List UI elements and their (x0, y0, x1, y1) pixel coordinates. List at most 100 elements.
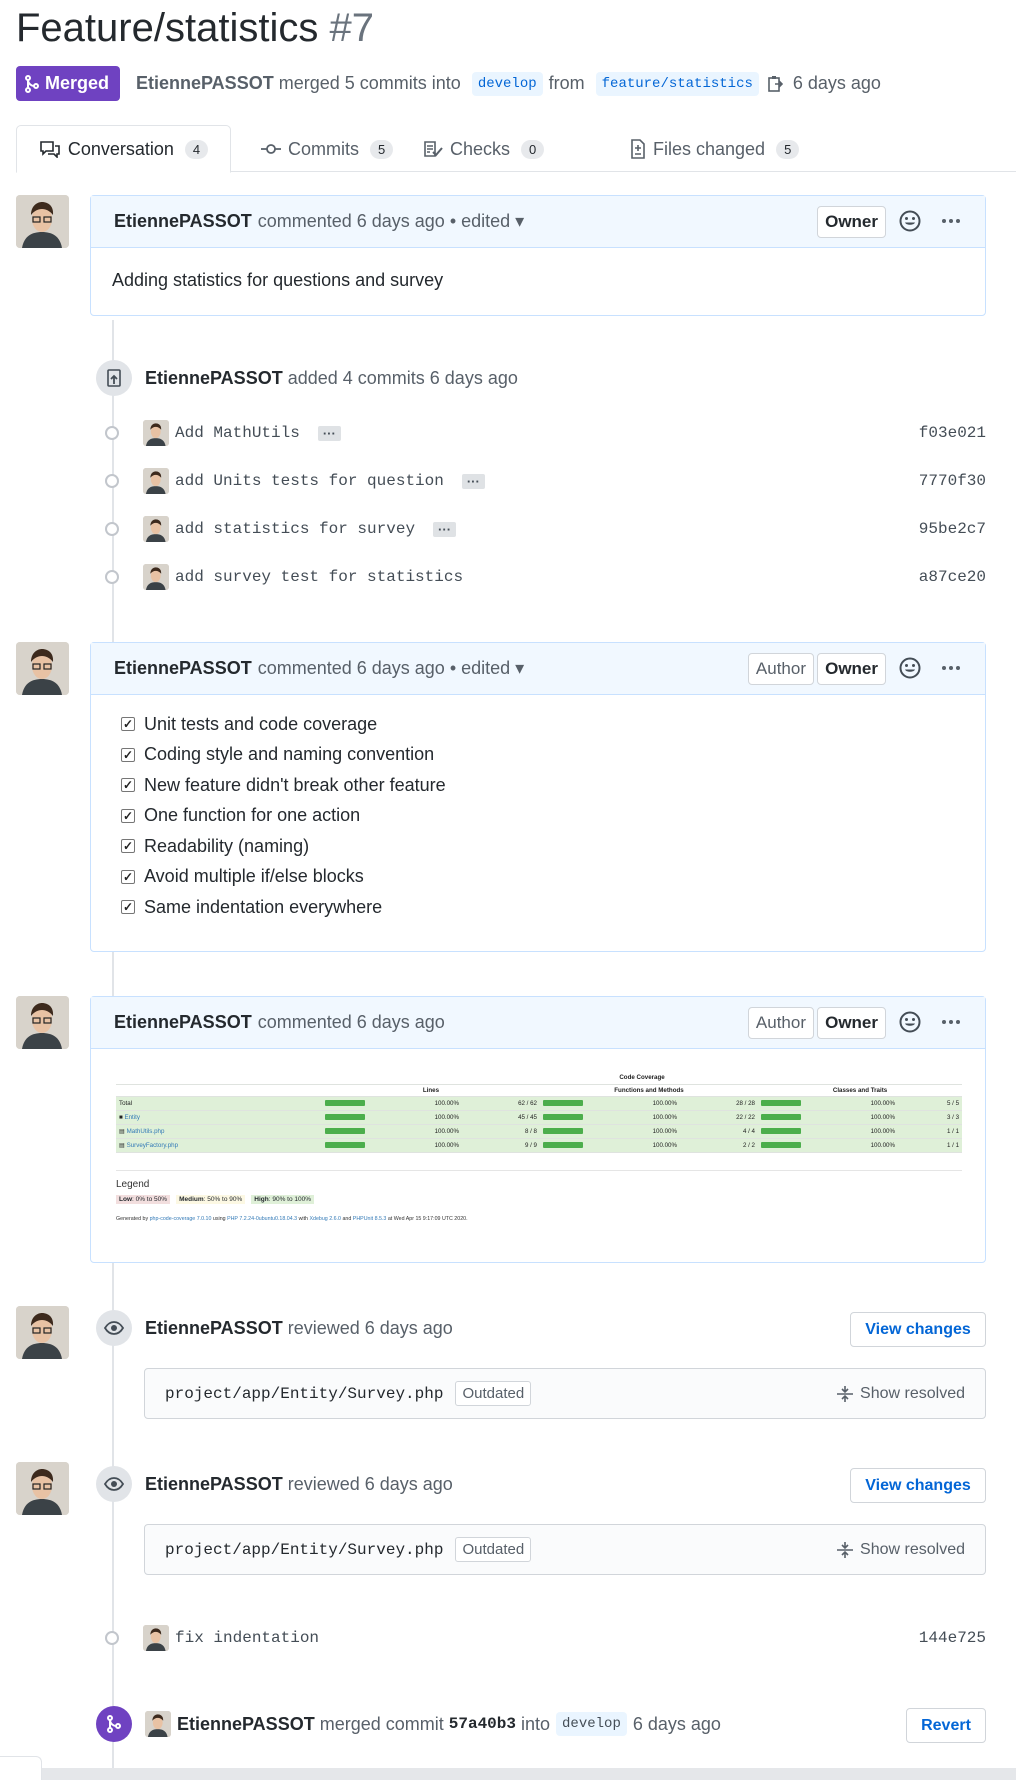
commit-row: fix indentation 144e725 (100, 1622, 986, 1654)
task-list: ✓ Unit tests and code coverage ✓ Coding st… (91, 695, 985, 923)
task-label: New feature didn't break other feature (144, 774, 446, 795)
comment-author[interactable]: EtiennePASSOT (114, 1012, 252, 1033)
coverage-report-image: Code Coverage Lines Functions and Methods… (116, 1072, 963, 1153)
event-into: into (521, 1713, 551, 1734)
base-branch[interactable]: develop (556, 1712, 627, 1736)
avatar[interactable] (143, 420, 169, 446)
task-list-item: ✓ Same indentation everywhere (121, 892, 985, 923)
commit-expand-button[interactable]: ··· (433, 521, 457, 537)
event-text: reviewed 6 days ago (287, 1318, 453, 1338)
horizontal-scrollbar[interactable] (42, 1768, 1016, 1780)
tab-checks[interactable]: Checks 0 (403, 125, 564, 173)
comment-meta[interactable]: commented 6 days ago • edited ▾ (258, 658, 525, 679)
commit-expand-button[interactable]: ··· (461, 473, 485, 489)
avatar[interactable] (143, 516, 169, 542)
event-author[interactable]: EtiennePASSOT (145, 1474, 283, 1494)
coverage-row: ▤ SurveyFactory.php 100.00% 9 / 9 100.00%… (116, 1138, 963, 1153)
review-badge (96, 1310, 132, 1346)
php-version-link[interactable]: PHP 7.2.24-0ubuntu0.18.04.3 (227, 1216, 297, 1222)
task-label: Same indentation everywhere (144, 896, 383, 917)
checkbox-checked-icon[interactable]: ✓ (121, 717, 135, 732)
commit-sha[interactable]: f03e021 (919, 424, 986, 442)
tab-files-changed[interactable]: Files changed 5 (610, 125, 819, 173)
comment-author[interactable]: EtiennePASSOT (114, 658, 252, 679)
avatar[interactable] (16, 195, 69, 248)
show-resolved-button[interactable]: Show resolved (836, 1385, 965, 1403)
smiley-icon[interactable] (899, 210, 921, 232)
coverage-count: 1 / 1 (898, 1138, 963, 1153)
avatar[interactable] (143, 564, 169, 590)
commit-sha[interactable]: 7770f30 (919, 472, 986, 490)
checkbox-checked-icon[interactable]: ✓ (121, 900, 135, 915)
commit-message[interactable]: add statistics for survey (175, 520, 415, 538)
coverage-bar (325, 1141, 365, 1148)
coverage-row: Total 100.00% 62 / 62 100.00% 28 / 28 100.… (116, 1096, 963, 1111)
checkbox-checked-icon[interactable]: ✓ (121, 778, 135, 793)
comment-meta[interactable]: commented 6 days ago • edited ▾ (258, 211, 525, 232)
show-resolved-button[interactable]: Show resolved (836, 1541, 965, 1559)
pr-author[interactable]: EtiennePASSOT (136, 73, 274, 94)
coverage-col-classes: Classes and Traits (758, 1084, 963, 1097)
eye-icon (104, 1321, 124, 1335)
coverage-tool-link[interactable]: php-code-coverage 7.0.10 (150, 1216, 212, 1222)
avatar[interactable] (145, 1711, 171, 1737)
avatar[interactable] (16, 642, 69, 695)
kebab-horizontal-icon[interactable] (941, 1019, 961, 1025)
coverage-pct: 100.00% (367, 1096, 462, 1111)
commit-message[interactable]: Add MathUtils (175, 424, 300, 442)
xdebug-link[interactable]: Xdebug 2.6.0 (309, 1216, 341, 1222)
head-branch[interactable]: feature/statistics (595, 71, 759, 96)
base-branch[interactable]: develop (471, 71, 543, 96)
file-path[interactable]: project/app/Entity/Survey.php (165, 1541, 443, 1559)
event-author[interactable]: EtiennePASSOT (177, 1714, 315, 1735)
event-author[interactable]: EtiennePASSOT (145, 368, 283, 388)
tab-commits[interactable]: Commits 5 (241, 125, 413, 173)
avatar[interactable] (16, 1462, 69, 1515)
tab-label: Conversation (67, 138, 174, 159)
avatar[interactable] (16, 996, 69, 1049)
commit-row: Add MathUtils ··· f03e021 (100, 417, 986, 449)
commit-sha[interactable]: 95be2c7 (919, 520, 986, 538)
checkbox-checked-icon[interactable]: ✓ (121, 839, 135, 854)
kebab-horizontal-icon[interactable] (941, 218, 961, 224)
bottom-panel-edge (0, 1756, 42, 1780)
view-changes-button[interactable]: View changes (850, 1312, 986, 1347)
commit-message[interactable]: add Units tests for question (175, 472, 444, 490)
coverage-name[interactable]: MathUtils.php (127, 1128, 165, 1135)
kebab-horizontal-icon[interactable] (941, 665, 961, 671)
coverage-count: 3 / 3 (898, 1110, 963, 1125)
commit-sha[interactable]: 144e725 (919, 1629, 986, 1647)
unfold-icon (837, 1541, 854, 1558)
commit-message[interactable]: add survey test for statistics (175, 568, 463, 586)
commit-message[interactable]: fix indentation (175, 1629, 319, 1647)
smiley-icon[interactable] (899, 1011, 921, 1033)
commit-sha[interactable]: a87ce20 (919, 568, 986, 586)
checkbox-checked-icon[interactable]: ✓ (121, 747, 135, 762)
show-resolved-label: Show resolved (860, 1384, 965, 1402)
merge-commit-sha[interactable]: 57a40b3 (449, 1715, 516, 1733)
coverage-name[interactable]: SurveyFactory.php (127, 1142, 178, 1149)
event-author[interactable]: EtiennePASSOT (145, 1318, 283, 1338)
copy-clipboard-icon[interactable] (767, 75, 783, 93)
task-list-item: ✓ Readability (naming) (121, 831, 985, 862)
comment-meta[interactable]: commented 6 days ago (258, 1012, 445, 1033)
coverage-pct: 100.00% (367, 1124, 462, 1139)
commit-expand-button[interactable]: ··· (317, 425, 341, 441)
avatar[interactable] (143, 1625, 169, 1651)
checkbox-checked-icon[interactable]: ✓ (121, 869, 135, 884)
event-text: merged commit (319, 1713, 444, 1734)
avatar[interactable] (16, 1306, 69, 1359)
revert-button[interactable]: Revert (906, 1708, 986, 1743)
comment-author[interactable]: EtiennePASSOT (114, 211, 252, 232)
legend-high: High: 90% to 100% (251, 1195, 315, 1204)
tab-conversation[interactable]: Conversation 4 (16, 125, 231, 173)
state-label: Merged (45, 73, 110, 93)
avatar[interactable] (143, 468, 169, 494)
smiley-icon[interactable] (899, 657, 921, 679)
phpunit-link[interactable]: PHPUnit 8.5.3 (353, 1216, 387, 1222)
checkbox-checked-icon[interactable]: ✓ (121, 808, 135, 823)
file-path[interactable]: project/app/Entity/Survey.php (165, 1385, 443, 1403)
view-changes-button[interactable]: View changes (850, 1468, 986, 1503)
comment-box: EtiennePASSOT commented 6 days ago • edi… (90, 642, 986, 952)
coverage-name[interactable]: Entity (124, 1114, 139, 1121)
